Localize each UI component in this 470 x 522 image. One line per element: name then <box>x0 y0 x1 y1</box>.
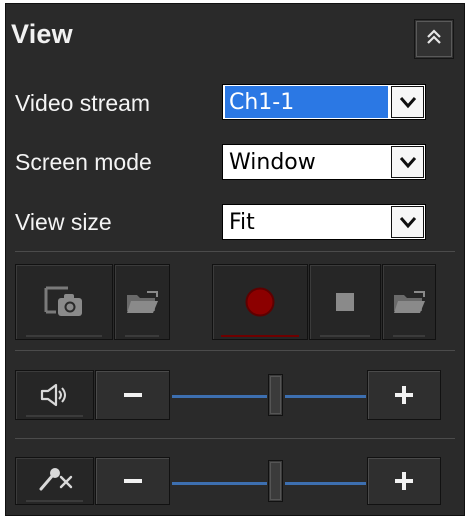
speaker-icon <box>16 371 93 419</box>
microphone-volume-increase-button[interactable] <box>367 457 441 505</box>
record-underline <box>221 335 299 337</box>
speaker-volume-increase-button[interactable] <box>367 370 441 420</box>
divider <box>15 251 455 252</box>
microphone-toggle-button[interactable] <box>15 457 94 505</box>
video-stream-select[interactable]: Ch1-1 <box>222 84 426 120</box>
button-underline <box>26 415 83 417</box>
plus-icon <box>368 458 440 504</box>
view-size-label: View size <box>15 209 112 235</box>
speaker-toggle-button[interactable] <box>15 370 94 420</box>
speaker-volume-track-right <box>285 395 366 398</box>
collapse-panel-button[interactable] <box>414 19 454 59</box>
divider <box>15 350 455 351</box>
snapshot-folder-button[interactable] <box>114 264 170 340</box>
screen-mode-value: Window <box>229 149 316 175</box>
view-size-value: Fit <box>229 209 255 235</box>
folder-open-icon <box>115 265 169 339</box>
button-underline <box>26 335 102 337</box>
minus-icon <box>96 371 169 419</box>
snapshot-button[interactable] <box>15 264 113 340</box>
double-chevron-up-icon <box>425 28 443 51</box>
camera-frame-icon <box>16 265 112 339</box>
panel-title: View <box>11 19 73 49</box>
microphone-off-icon <box>16 458 93 504</box>
minus-icon <box>96 458 169 504</box>
button-underline <box>26 500 83 502</box>
button-underline <box>393 335 425 337</box>
speaker-volume-track-left <box>172 395 267 398</box>
view-size-select[interactable]: Fit <box>222 204 426 240</box>
microphone-volume-track-left <box>172 482 267 485</box>
stop-icon <box>310 265 380 339</box>
button-underline <box>320 335 370 337</box>
speaker-volume-decrease-button[interactable] <box>95 370 170 420</box>
chevron-down-icon[interactable] <box>391 206 424 238</box>
folder-open-icon <box>383 265 435 339</box>
chevron-down-icon[interactable] <box>391 86 424 118</box>
record-folder-button[interactable] <box>382 264 436 340</box>
screen-mode-label: Screen mode <box>15 149 152 175</box>
view-panel <box>5 3 465 516</box>
video-stream-value: Ch1-1 <box>225 86 388 118</box>
divider <box>15 438 455 439</box>
stop-button[interactable] <box>309 264 381 340</box>
microphone-volume-slider-knob[interactable] <box>268 460 283 502</box>
screen-mode-select[interactable]: Window <box>222 144 426 180</box>
speaker-volume-slider-knob[interactable] <box>268 374 283 416</box>
record-button[interactable] <box>212 264 308 340</box>
button-underline <box>125 335 159 337</box>
microphone-volume-track-right <box>285 482 366 485</box>
plus-icon <box>368 371 440 419</box>
chevron-down-icon[interactable] <box>391 146 424 178</box>
record-icon <box>213 265 307 339</box>
video-stream-label: Video stream <box>15 90 151 116</box>
microphone-volume-decrease-button[interactable] <box>95 457 170 505</box>
